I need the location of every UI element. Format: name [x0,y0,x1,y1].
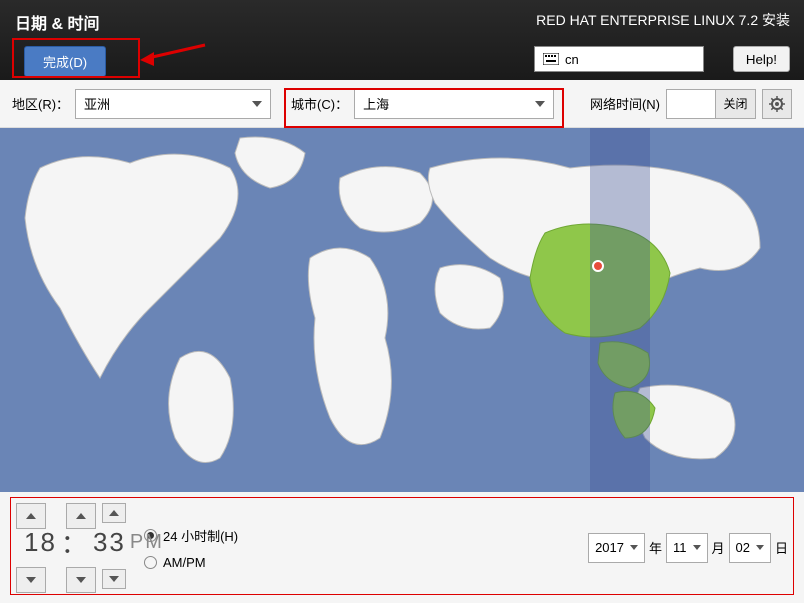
chevron-down-icon [252,101,262,107]
ampm-value: PM [130,531,164,554]
city-dropdown[interactable]: 上海 [354,89,554,119]
keyboard-icon [543,53,559,65]
selector-row: 地区(R)： 亚洲 城市(C)： 上海 网络时间(N) 关闭 [0,80,804,128]
hour-down-button[interactable] [16,567,46,593]
ampm-down-button[interactable] [102,569,126,589]
day-suffix: 日 [775,538,788,557]
hour-value: 18 [24,527,57,558]
time-display: 18 ： 33 PM [24,524,164,561]
year-suffix: 年 [649,538,662,557]
chevron-down-icon [26,577,36,583]
day-value: 02 [736,540,750,555]
chevron-down-icon [76,577,86,583]
month-suffix: 月 [712,538,725,557]
product-label: RED HAT ENTERPRISE LINUX 7.2 安装 [536,10,790,30]
month-value: 11 [673,540,687,555]
format-24h-label: 24 小时制(H) [163,526,238,545]
minute-down-button[interactable] [66,567,96,593]
ntp-settings-button[interactable] [762,89,792,119]
minute-value: 33 [93,527,126,558]
header-bar: 日期 & 时间 完成(D) RED HAT ENTERPRISE LINUX 7… [0,0,804,80]
toggle-off-label: 关闭 [715,90,755,118]
toggle-track [667,90,715,118]
timezone-highlight [590,128,650,492]
region-label: 地区(R)： [12,94,69,113]
ampm-up-button[interactable] [102,503,126,523]
city-label: 城市(C)： [291,94,348,113]
region-value: 亚洲 [84,94,110,113]
chevron-up-icon [76,513,86,519]
month-dropdown[interactable]: 11 [666,533,708,563]
keyboard-indicator[interactable]: cn [534,46,704,72]
world-map-svg [0,128,804,492]
city-value: 上海 [363,94,389,113]
triangle-down-icon [630,545,638,550]
keyboard-layout: cn [565,52,579,67]
chevron-up-icon [109,510,119,516]
gear-icon [769,96,785,112]
page-title: 日期 & 时间 [15,10,99,34]
year-dropdown[interactable]: 2017 [588,533,645,563]
year-value: 2017 [595,540,624,555]
chevron-up-icon [26,513,36,519]
chevron-down-icon [109,576,119,582]
time-separator: ： [61,524,89,561]
datetime-bar: 18 ： 33 PM 24 小时制(H) AM/PM 2017 年 11 月 0… [0,492,804,603]
timezone-map[interactable] [0,128,804,492]
chevron-down-icon [535,101,545,107]
triangle-down-icon [756,545,764,550]
day-dropdown[interactable]: 02 [729,533,771,563]
triangle-down-icon [693,545,701,550]
region-dropdown[interactable]: 亚洲 [75,89,271,119]
format-ampm-label: AM/PM [163,555,206,570]
done-button[interactable]: 完成(D) [24,46,106,77]
date-controls: 2017 年 11 月 02 日 [588,533,788,563]
help-button[interactable]: Help! [733,46,790,72]
location-pin [592,260,604,272]
ntp-toggle[interactable]: 关闭 [666,89,756,119]
ntp-label: 网络时间(N) [590,94,660,113]
